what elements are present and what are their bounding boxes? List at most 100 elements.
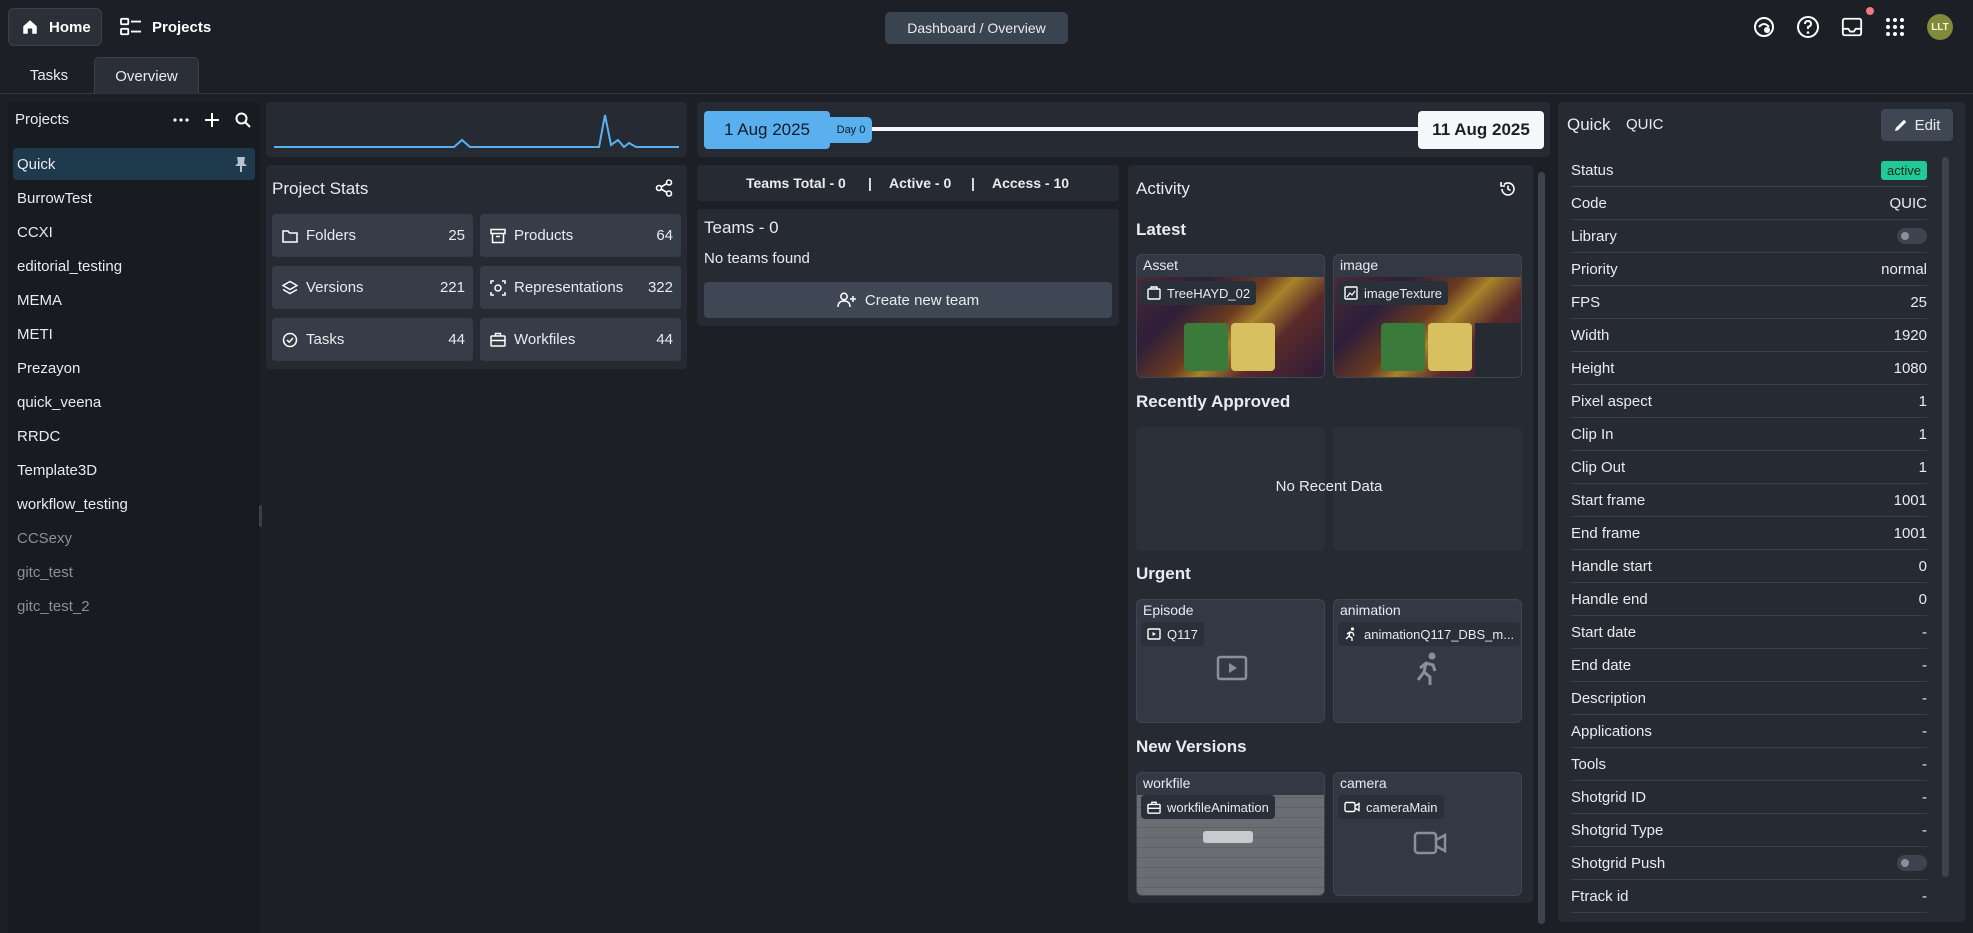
attr-value: 1080: [1893, 359, 1927, 377]
tab-bar: Tasks Overview: [0, 54, 1973, 94]
version-card-camera[interactable]: camera cameraMain: [1333, 772, 1522, 896]
project-name: RRDC: [17, 427, 61, 445]
top-bar: Home Projects Dashboard / Overview LLT: [0, 0, 1973, 54]
teams-title: Teams - 0: [704, 218, 779, 237]
project-item[interactable]: editorial_testing: [13, 250, 255, 282]
attr-value: 1001: [1893, 491, 1927, 509]
attr-label: End frame: [1571, 524, 1641, 542]
attr-row: Ftrack id -: [1571, 880, 1927, 913]
help-icon[interactable]: [1795, 14, 1821, 40]
latest-title: Latest: [1136, 220, 1187, 239]
status-badge[interactable]: active: [1881, 160, 1927, 180]
running-figure-icon: [1344, 627, 1358, 641]
activity-scrollbar[interactable]: [1538, 172, 1545, 924]
briefcase-icon: [490, 332, 506, 347]
project-item[interactable]: quick_veena: [13, 386, 255, 418]
new-versions-title: New Versions: [1136, 737, 1247, 756]
project-item-inactive[interactable]: CCSexy: [13, 522, 255, 554]
stat-representations[interactable]: Representations 322: [480, 266, 681, 309]
project-item[interactable]: METI: [13, 318, 255, 350]
stat-value: 25: [448, 227, 465, 244]
project-name: gitc_test_2: [17, 597, 90, 615]
add-project-icon[interactable]: [202, 110, 222, 130]
activity-sparkline-panel: [266, 102, 687, 157]
projects-icon: [120, 17, 142, 37]
attr-label: Ftrack id: [1571, 887, 1629, 905]
timeline-end-date[interactable]: 11 Aug 2025: [1418, 111, 1544, 149]
attr-value: 0: [1918, 590, 1927, 608]
project-name: Prezayon: [17, 359, 81, 377]
stat-folders[interactable]: Folders 25: [272, 214, 473, 257]
attr-label: Handle start: [1571, 557, 1652, 575]
project-item[interactable]: CCXI: [13, 216, 255, 248]
attr-row: Clip In 1: [1571, 418, 1927, 451]
history-icon[interactable]: [1499, 180, 1517, 198]
stat-label: Products: [514, 227, 574, 244]
latest-card-image[interactable]: image imageTexture: [1333, 254, 1522, 378]
card-chip: workfileAnimation: [1141, 795, 1275, 819]
attr-label: Handle end: [1571, 590, 1648, 608]
tab-overview[interactable]: Overview: [94, 57, 199, 94]
sidebar-resize-handle[interactable]: [259, 505, 262, 527]
search-icon[interactable]: [233, 110, 253, 130]
apps-grid-icon[interactable]: [1882, 14, 1908, 40]
stat-products[interactable]: Products 64: [480, 214, 681, 257]
pin-icon[interactable]: [235, 156, 247, 172]
project-name: BurrowTest: [17, 189, 93, 207]
attr-row: Handle start 0: [1571, 550, 1927, 583]
project-item[interactable]: BurrowTest: [13, 182, 255, 214]
projects-button[interactable]: Projects: [108, 8, 223, 46]
stat-versions[interactable]: Versions 221: [272, 266, 473, 309]
home-button[interactable]: Home: [8, 8, 102, 46]
attr-label: Start frame: [1571, 491, 1646, 509]
create-team-button[interactable]: Create new team: [704, 282, 1112, 318]
card-name: animationQ117_DBS_m...: [1364, 626, 1515, 642]
summary-separator: |: [971, 175, 975, 191]
stat-workfiles[interactable]: Workfiles 44: [480, 318, 681, 361]
project-item[interactable]: RRDC: [13, 420, 255, 452]
inbox-icon[interactable]: [1839, 14, 1865, 40]
more-icon[interactable]: [171, 110, 191, 130]
add-user-icon: [837, 292, 857, 308]
latest-card-asset[interactable]: Asset TreeHAYD_02: [1136, 254, 1325, 378]
teams-empty-text: No teams found: [704, 250, 810, 267]
project-item[interactable]: Template3D: [13, 454, 255, 486]
thumbnail-tile: [1428, 323, 1472, 371]
library-toggle[interactable]: [1897, 228, 1927, 244]
details-scrollbar[interactable]: [1942, 157, 1949, 877]
tab-tasks[interactable]: Tasks: [10, 57, 88, 94]
urgent-card-episode[interactable]: Episode Q117: [1136, 599, 1325, 723]
attr-value: -: [1922, 689, 1927, 707]
project-name: gitc_test: [17, 563, 73, 581]
attr-row: Clip Out 1: [1571, 451, 1927, 484]
urgent-card-animation[interactable]: animation animationQ117_DBS_m...: [1333, 599, 1522, 723]
thumbnail-tile: [1231, 323, 1275, 371]
pencil-icon: [1894, 118, 1908, 132]
project-name: quick_veena: [17, 393, 102, 411]
shotgrid-push-toggle[interactable]: [1897, 855, 1927, 871]
stat-tasks[interactable]: Tasks 44: [272, 318, 473, 361]
project-item-inactive[interactable]: gitc_test: [13, 556, 255, 588]
attr-label: Applications: [1571, 722, 1652, 740]
project-item[interactable]: MEMA: [13, 284, 255, 316]
timeline-start-date[interactable]: 1 Aug 2025: [704, 111, 830, 149]
sidebar-title: Projects: [15, 111, 70, 128]
version-card-workfile[interactable]: workfile workfileAnimation: [1136, 772, 1325, 896]
chat-icon[interactable]: [1751, 14, 1777, 40]
stat-value: 221: [439, 279, 465, 296]
breadcrumb[interactable]: Dashboard / Overview: [885, 12, 1068, 44]
edit-button[interactable]: Edit: [1881, 109, 1953, 141]
attr-value: -: [1922, 821, 1927, 839]
project-item-quick[interactable]: Quick: [13, 148, 255, 180]
share-icon[interactable]: [655, 179, 673, 197]
attr-row-library: Library: [1571, 220, 1927, 253]
project-item[interactable]: workflow_testing: [13, 488, 255, 520]
home-label: Home: [49, 18, 91, 36]
user-avatar[interactable]: LLT: [1927, 14, 1953, 40]
project-item-inactive[interactable]: gitc_test_2: [13, 590, 255, 622]
camera-icon: [1344, 801, 1360, 813]
attr-value: -: [1922, 656, 1927, 674]
attr-row: Description -: [1571, 682, 1927, 715]
project-item[interactable]: Prezayon: [13, 352, 255, 384]
details-project-name: Quick: [1567, 115, 1611, 134]
